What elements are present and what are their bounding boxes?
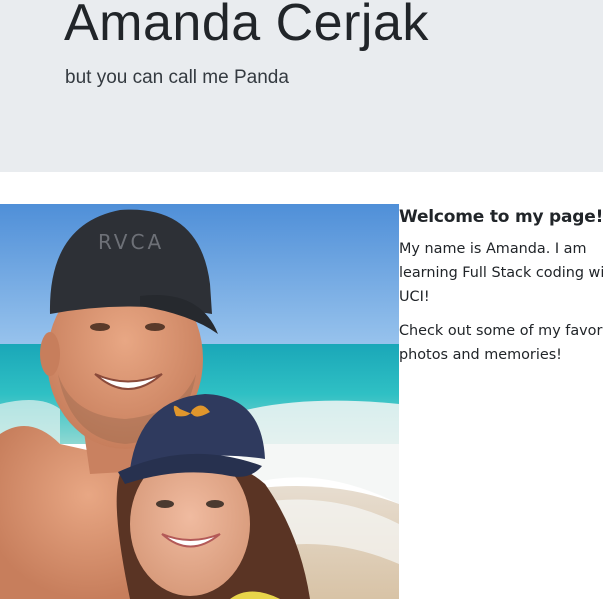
- intro-paragraph: My name is Amanda. I am learning Full St…: [399, 241, 603, 305]
- header-jumbotron: Amanda Cerjak but you can call me Panda: [0, 0, 603, 172]
- page-subtitle: but you can call me Panda: [65, 67, 289, 88]
- intro-section: Welcome to my page! My name is Amanda. I…: [399, 204, 603, 375]
- photos-paragraph: Check out some of my favorite photos and…: [399, 323, 603, 363]
- page-title: Amanda Cerjak: [64, 0, 429, 52]
- profile-photo: RVCA: [0, 204, 399, 599]
- cap-logo-text: RVCA: [98, 230, 164, 254]
- welcome-heading: Welcome to my page!: [399, 207, 603, 227]
